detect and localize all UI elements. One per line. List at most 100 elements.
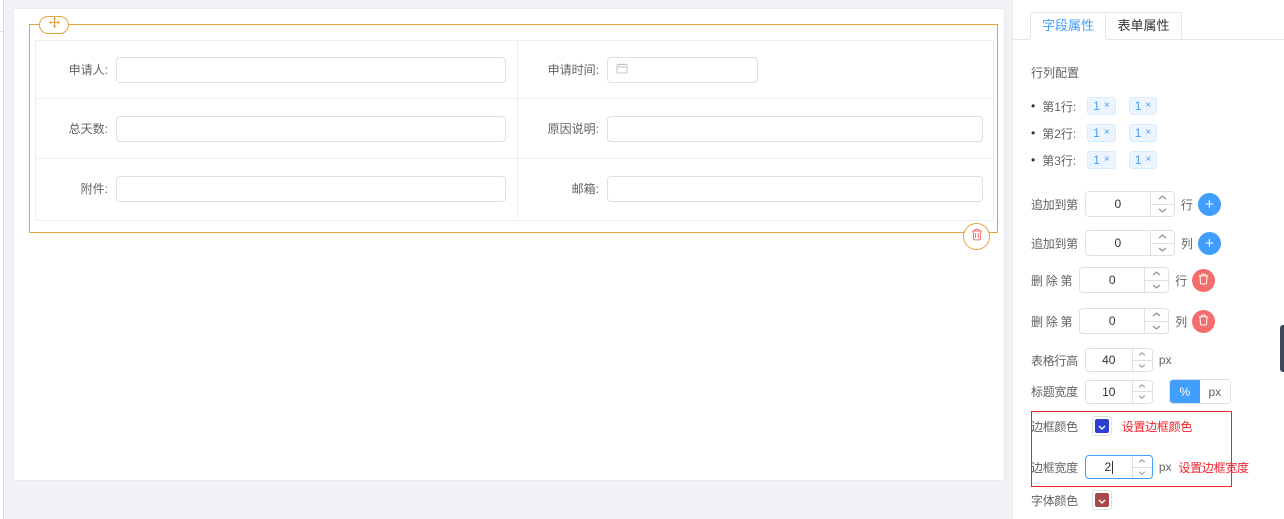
spinner-up-icon[interactable] [1150,192,1174,205]
field-cell-total-days[interactable]: 总天数: [36,99,518,158]
spinner-down-icon[interactable] [1150,204,1174,216]
field-cell-reason[interactable]: 原因说明: [518,99,993,158]
tab-field-properties[interactable]: 字段属性 [1030,12,1106,40]
tag-close-icon[interactable]: × [1145,101,1151,111]
apply-time-date-input[interactable] [607,56,758,83]
text-cursor [1112,460,1114,474]
form-widget-selected[interactable]: 申请人: 申请时间: 总天数: 原因说明: 附件: 邮箱: [29,16,998,250]
email-input[interactable] [607,175,983,202]
append-col-label: 追加到第 [1031,236,1078,251]
field-cell-applicant[interactable]: 申请人: [36,41,518,98]
row3-label: 第3行: [1042,153,1077,168]
tab-form-properties[interactable]: 表单属性 [1106,12,1182,40]
delete-row-number-input[interactable]: 0 [1079,267,1170,293]
table-row: 申请人: 申请时间: [36,41,993,98]
delete-row-control: 删 除 第 0 行 [1031,267,1216,293]
append-row-number-input[interactable]: 0 [1084,191,1175,217]
plus-icon: + [1204,234,1214,252]
spinner-down-icon[interactable] [1145,280,1169,292]
border-color-label: 边框颜色 [1031,419,1078,434]
spinner-down-icon[interactable] [1145,321,1169,333]
tag-close-icon[interactable]: × [1104,101,1110,111]
scrollbar-thumb[interactable] [1280,325,1284,372]
move-icon [48,16,61,34]
trash-icon [1198,314,1209,329]
tag-close-icon[interactable]: × [1104,128,1110,138]
delete-col-label: 删 除 第 [1031,314,1073,329]
tag-close-icon[interactable]: × [1145,155,1151,165]
applicant-input[interactable] [116,56,506,83]
row2-col2-tag[interactable]: 1 × [1128,124,1158,142]
bullet-icon: • [1031,153,1036,167]
spinner-up-icon[interactable] [1132,349,1152,361]
border-width-unit: px [1158,460,1172,474]
chevron-down-icon [1098,417,1106,435]
unit-percent-option[interactable]: % [1169,380,1200,403]
border-width-number-input[interactable]: 2 [1084,455,1153,479]
title-width-number-input[interactable]: 10 [1084,379,1153,404]
row3-col2-tag[interactable]: 1 × [1128,151,1158,169]
field-label: 附件: [80,182,108,196]
trash-icon [1198,273,1209,288]
reason-input[interactable] [607,115,983,142]
field-cell-apply-time[interactable]: 申请时间: [518,41,993,98]
border-color-annotation: 设置边框颜色 [1121,419,1193,434]
row-height-control: 表格行高 40 px [1031,348,1177,372]
row-height-label: 表格行高 [1031,353,1078,368]
append-col-control: 追加到第 0 列 + [1031,230,1221,256]
spinner-down-icon[interactable] [1132,467,1152,478]
append-row-button[interactable]: + [1197,192,1221,216]
title-width-unit-toggle: % px [1168,379,1231,404]
field-cell-email[interactable]: 邮箱: [518,159,993,218]
append-row-control: 追加到第 0 行 + [1031,191,1221,217]
spinner-down-icon[interactable] [1132,392,1152,403]
spinner-up-icon[interactable] [1132,380,1152,392]
delete-col-number-input[interactable]: 0 [1079,308,1170,334]
field-label: 总天数: [68,122,108,136]
font-color-picker[interactable] [1091,490,1112,510]
append-col-suffix: 列 [1180,236,1193,251]
row2-col1-tag[interactable]: 1 × [1087,124,1116,142]
spinner-down-icon[interactable] [1132,360,1152,371]
row1-col2-tag[interactable]: 1 × [1128,97,1158,115]
delete-col-control: 删 除 第 0 列 [1031,308,1216,334]
font-color-control: 字体颜色 [1031,489,1112,511]
border-color-control: 边框颜色 设置边框颜色 [1031,415,1192,437]
total-days-input[interactable] [116,115,506,142]
title-width-control: 标题宽度 10 % px [1031,379,1231,404]
calendar-icon [616,61,628,79]
spinner-down-icon[interactable] [1150,243,1174,255]
unit-px-option[interactable]: px [1199,380,1230,403]
border-width-label: 边框宽度 [1031,460,1078,475]
form-table: 申请人: 申请时间: 总天数: 原因说明: 附件: 邮箱: [35,40,994,221]
append-col-number-input[interactable]: 0 [1084,230,1175,256]
properties-tabs: 字段属性 表单属性 [1030,12,1182,40]
move-handle[interactable] [39,16,69,34]
tag-close-icon[interactable]: × [1145,128,1151,138]
append-col-button[interactable]: + [1197,231,1221,255]
chevron-down-icon [1098,491,1106,509]
delete-col-button[interactable] [1192,309,1216,333]
row2-label: 第2行: [1042,126,1077,141]
spinner-up-icon[interactable] [1132,456,1152,468]
field-label: 申请人: [68,63,108,77]
delete-widget-button[interactable] [963,223,990,250]
row3-col1-tag[interactable]: 1 × [1087,151,1116,169]
spinner-up-icon[interactable] [1145,309,1169,322]
attachment-input[interactable] [116,175,506,202]
spinner-up-icon[interactable] [1145,268,1169,281]
delete-row-button[interactable] [1192,268,1216,292]
field-label: 邮箱: [571,182,599,196]
row1-col1-tag[interactable]: 1 × [1087,97,1116,115]
left-edge-panel [0,0,4,519]
tag-close-icon[interactable]: × [1104,155,1110,165]
bullet-icon: • [1031,99,1036,113]
border-width-control: 边框宽度 2 px 设置边框宽度 [1031,455,1249,479]
border-color-picker[interactable] [1091,416,1112,436]
field-cell-attachment[interactable]: 附件: [36,159,518,218]
spinner-up-icon[interactable] [1150,231,1174,244]
font-color-label: 字体颜色 [1031,493,1078,508]
trash-icon [971,228,983,246]
append-row-suffix: 行 [1180,197,1193,212]
row-height-number-input[interactable]: 40 [1084,348,1153,372]
